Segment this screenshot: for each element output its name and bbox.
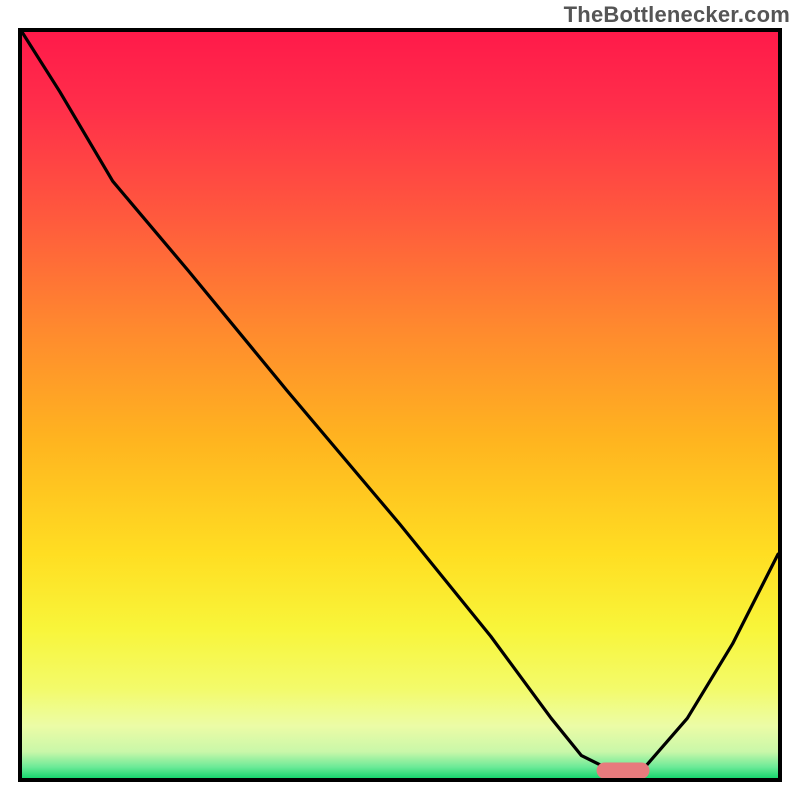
gradient-background xyxy=(22,32,778,778)
chart-svg xyxy=(22,32,778,778)
marker-group xyxy=(597,763,650,778)
plot-border xyxy=(18,28,782,782)
plot-area xyxy=(22,32,778,778)
optimal-marker xyxy=(597,763,650,778)
watermark-text: TheBottlenecker.com xyxy=(564,2,790,28)
